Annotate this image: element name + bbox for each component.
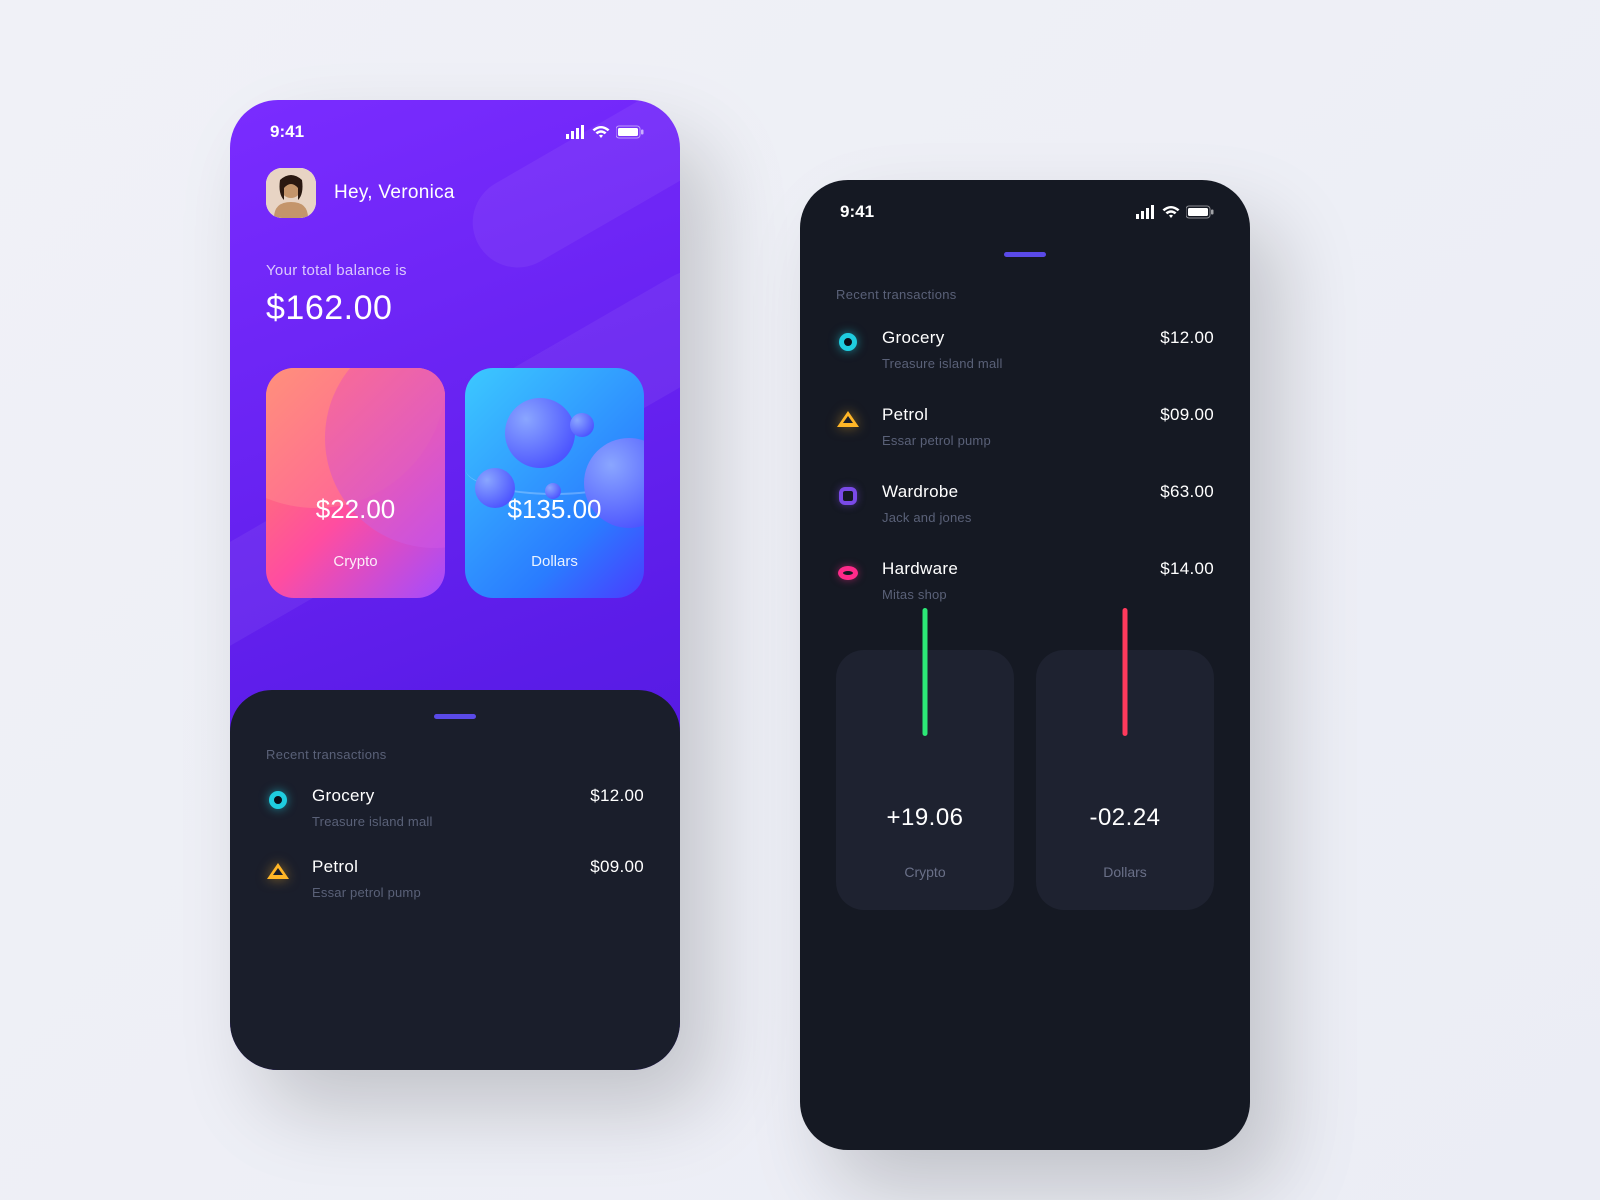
balance-label: Your total balance is [266,262,644,279]
tx-subtitle: Essar petrol pump [882,433,1138,448]
tx-amount: $14.00 [1160,559,1214,579]
tx-subtitle: Treasure island mall [882,356,1138,371]
tx-subtitle: Jack and jones [882,510,1138,525]
wallet-card-crypto[interactable]: $22.00 Crypto [266,368,445,598]
stat-value: +19.06 [886,804,963,832]
bubble-icon [570,413,594,437]
tx-amount: $09.00 [590,857,644,877]
wardrobe-icon [836,484,860,508]
status-time: 9:41 [270,122,304,142]
stat-card-crypto[interactable]: +19.06 Crypto [836,650,1014,910]
phone-transactions: 9:41 Recent transactions Grocery Treasur… [800,180,1250,1150]
drag-handle-icon[interactable] [434,714,476,719]
balance-value: $162.00 [266,289,644,328]
status-time: 9:41 [840,202,874,222]
status-bar: 9:41 [800,180,1250,232]
wallet-card-dollars[interactable]: $135.00 Dollars [465,368,644,598]
greeting-text: Hey, Veronica [334,182,455,204]
tx-amount: $09.00 [1160,405,1214,425]
card-label: Dollars [531,553,578,570]
signal-icon [1136,205,1156,219]
card-amount: $22.00 [316,494,396,525]
tx-subtitle: Mitas shop [882,587,1138,602]
tx-title: Wardrobe [882,482,1138,502]
battery-icon [1186,205,1214,219]
transactions-panel[interactable]: Recent transactions Grocery Treasure isl… [230,690,680,1070]
wifi-icon [1162,205,1180,219]
avatar[interactable] [266,168,316,218]
transaction-row[interactable]: Hardware Mitas shop $14.00 [836,559,1214,602]
hardware-icon [836,561,860,585]
stat-label: Dollars [1103,864,1147,880]
drag-handle-icon[interactable] [1004,252,1046,257]
card-label: Crypto [333,553,377,570]
card-amount: $135.00 [508,494,602,525]
tx-subtitle: Essar petrol pump [312,885,568,900]
petrol-icon [836,407,860,431]
transaction-row[interactable]: Petrol Essar petrol pump $09.00 [266,857,644,900]
tx-title: Petrol [312,857,568,877]
section-title: Recent transactions [836,287,1214,302]
tx-amount: $12.00 [590,786,644,806]
tx-subtitle: Treasure island mall [312,814,568,829]
phone-home: 9:41 Hey, Veronica Your total balance is… [230,100,680,1070]
stat-card-dollars[interactable]: -02.24 Dollars [1036,650,1214,910]
tx-amount: $12.00 [1160,328,1214,348]
grocery-icon [836,330,860,354]
transaction-row[interactable]: Petrol Essar petrol pump $09.00 [836,405,1214,448]
stat-label: Crypto [904,864,945,880]
transaction-row[interactable]: Grocery Treasure island mall $12.00 [836,328,1214,371]
grocery-icon [266,788,290,812]
petrol-icon [266,859,290,883]
trend-up-icon [923,608,928,736]
stat-value: -02.24 [1089,804,1160,832]
tx-title: Petrol [882,405,1138,425]
tx-title: Hardware [882,559,1138,579]
trend-down-icon [1123,608,1128,736]
transaction-row[interactable]: Grocery Treasure island mall $12.00 [266,786,644,829]
section-title: Recent transactions [266,747,644,762]
status-icons [1136,205,1214,219]
transaction-row[interactable]: Wardrobe Jack and jones $63.00 [836,482,1214,525]
tx-title: Grocery [312,786,568,806]
bubble-icon [505,398,575,468]
tx-title: Grocery [882,328,1138,348]
tx-amount: $63.00 [1160,482,1214,502]
